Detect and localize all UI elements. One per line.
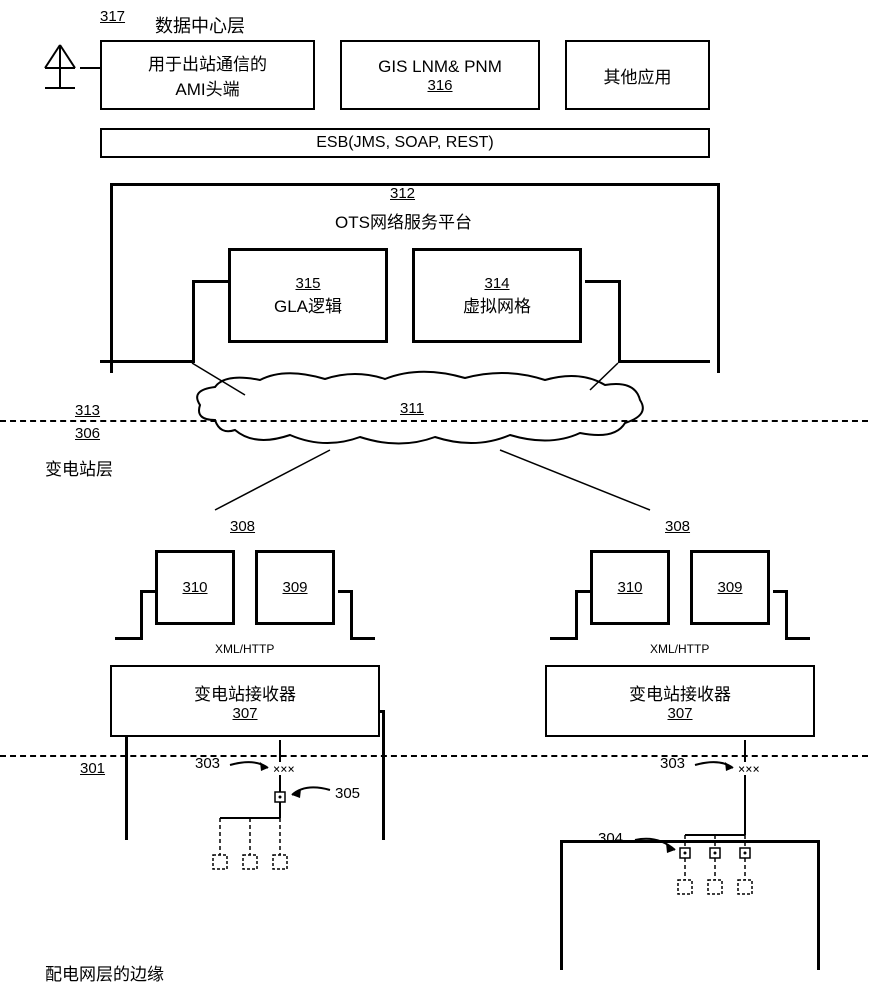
divider-1 (0, 420, 868, 422)
sub-left-309: 309 (255, 550, 335, 625)
svg-text:×××: ××× (273, 762, 295, 776)
sub-right-310: 310 (590, 550, 670, 625)
sub-left-310: 310 (155, 550, 235, 625)
ref-301: 301 (80, 760, 105, 777)
receiver-left: 变电站接收器 307 (110, 665, 380, 737)
ref-307-l: 307 (232, 705, 257, 722)
ref-305: 305 (335, 785, 360, 802)
sub-l-itr (338, 590, 353, 593)
sub-r-leg-r (785, 590, 788, 640)
sub-l-br (350, 637, 375, 640)
ref-306: 306 (75, 425, 100, 442)
sub-r-itr (773, 590, 788, 593)
sub-right-309: 309 (690, 550, 770, 625)
sub-l-leg-l (140, 590, 143, 640)
ref-310-r: 310 (617, 579, 642, 596)
receiver-right-label: 变电站接收器 (629, 680, 731, 705)
sub-r-bl (550, 637, 575, 640)
sub-r-itl (575, 590, 590, 593)
receiver-right: 变电站接收器 307 (545, 665, 815, 737)
distribution-right: ××× (590, 740, 840, 930)
sub-l-leg-r (350, 590, 353, 640)
dist-layer-title: 配电网层的边缘 (45, 960, 164, 985)
sub-l-itl (140, 590, 155, 593)
xml-http-right: XML/HTTP (650, 642, 709, 656)
ref-308-left: 308 (230, 518, 255, 535)
ref-310-l: 310 (182, 579, 207, 596)
ref-303-left: 303 (195, 755, 220, 772)
ref-313: 313 (75, 402, 100, 419)
ref-303-right: 303 (660, 755, 685, 772)
ref-309-l: 309 (282, 579, 307, 596)
receiver-left-label: 变电站接收器 (194, 680, 296, 705)
substation-layer-title: 变电站层 (45, 455, 113, 480)
xml-http-left: XML/HTTP (215, 642, 274, 656)
sub-r-leg-l (575, 590, 578, 640)
ref-304: 304 (598, 830, 623, 847)
sub-l-bl (115, 637, 140, 640)
ref-308-right: 308 (665, 518, 690, 535)
sub-r-br (785, 637, 810, 640)
ref-309-r: 309 (717, 579, 742, 596)
ref-307-r: 307 (667, 705, 692, 722)
svg-text:×××: ××× (738, 762, 760, 776)
